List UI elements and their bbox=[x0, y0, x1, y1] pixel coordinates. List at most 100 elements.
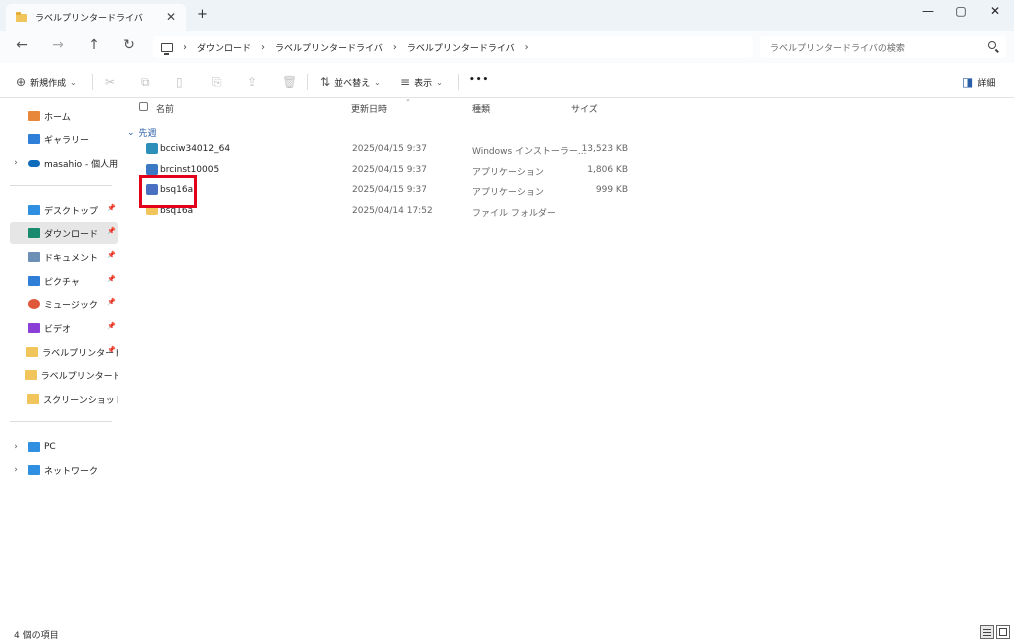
details-pane-button[interactable]: ◨ 詳細 bbox=[962, 75, 995, 89]
file-modified: 2025/04/15 9:37 bbox=[352, 144, 427, 154]
sidebar-item-label: PC bbox=[44, 442, 56, 452]
sidebar-item-download[interactable]: ダウンロード 📌 bbox=[10, 222, 118, 244]
download-icon bbox=[28, 228, 40, 238]
paste-button[interactable]: ▯ bbox=[176, 75, 183, 89]
chevron-right-icon[interactable]: › bbox=[10, 442, 22, 452]
sidebar-item-label: masahio - 個人用 bbox=[43, 159, 118, 170]
trash-icon: 🗑 bbox=[282, 75, 298, 89]
documents-icon bbox=[28, 252, 40, 262]
minimize-button[interactable]: — bbox=[918, 4, 938, 18]
new-button[interactable]: ⊕ 新規作成 ⌄ bbox=[16, 75, 77, 89]
column-header-type[interactable]: 種類 bbox=[472, 102, 490, 115]
copy-button[interactable]: ⧉ bbox=[141, 75, 150, 90]
sidebar-item-pictures[interactable]: ピクチャ 📌 bbox=[10, 270, 118, 292]
sidebar-item-network[interactable]: › ネットワーク bbox=[10, 459, 118, 481]
chevron-right-icon[interactable]: › bbox=[525, 42, 529, 53]
pin-icon: 📌 bbox=[107, 346, 116, 354]
sidebar-item-label: ダウンロード bbox=[44, 229, 99, 240]
sidebar-item-music[interactable]: ミュージック 📌 bbox=[10, 293, 118, 315]
share-icon: ⇪ bbox=[247, 75, 258, 89]
file-modified: 2025/04/15 9:37 bbox=[352, 165, 427, 175]
music-icon bbox=[28, 299, 40, 309]
view-button[interactable]: ≡ 表示 ⌄ bbox=[400, 75, 443, 89]
sidebar-item-folder[interactable]: ラベルプリンタードラ📌 bbox=[10, 341, 118, 363]
folder-icon bbox=[24, 370, 37, 380]
sidebar-item-label: ミュージック bbox=[44, 300, 98, 311]
sidebar-item-label: ラベルプリンタードライバ bbox=[40, 371, 118, 382]
pin-icon: 📌 bbox=[107, 298, 116, 306]
file-row[interactable]: bsq16a 2025/04/14 17:52 ファイル フォルダー bbox=[127, 202, 637, 222]
folder-icon bbox=[27, 394, 40, 404]
file-row[interactable]: bcciw34012_64 2025/04/15 9:37 Windows インスト… bbox=[127, 140, 637, 160]
divider bbox=[307, 74, 308, 90]
close-window-button[interactable]: ✕ bbox=[985, 4, 1005, 18]
gallery-icon bbox=[28, 134, 40, 144]
address-bar[interactable]: › ダウンロード › ラベルプリンタードライバ › ラベルプリンタードライバ › bbox=[153, 36, 753, 58]
folder-icon bbox=[146, 207, 158, 215]
select-all-checkbox[interactable] bbox=[139, 102, 148, 112]
up-button[interactable]: ↑ bbox=[84, 37, 104, 53]
chevron-down-icon: ⌄ bbox=[70, 77, 77, 87]
computer-icon bbox=[161, 42, 173, 55]
list-view-icon: ≡ bbox=[400, 75, 411, 89]
status-item-count: 4 個の項目 bbox=[14, 631, 59, 640]
sidebar-item-label: ピクチャ bbox=[44, 277, 80, 288]
maximize-button[interactable]: ▢ bbox=[951, 4, 971, 18]
pin-icon: 📌 bbox=[107, 275, 116, 283]
chevron-right-icon[interactable]: › bbox=[10, 158, 22, 168]
file-type: ファイル フォルダー bbox=[472, 209, 556, 219]
forward-button[interactable]: → bbox=[48, 37, 68, 53]
column-header-size[interactable]: サイズ bbox=[571, 102, 598, 115]
file-row[interactable]: brcinst10005 2025/04/15 9:37 アプリケーション 1,806… bbox=[127, 161, 637, 181]
sidebar-item-desktop[interactable]: デスクトップ 📌 bbox=[10, 199, 118, 221]
tab-label-printer-driver[interactable]: ラベルプリンタードライバ ✕ bbox=[6, 4, 186, 31]
column-header-modified[interactable]: 更新日時 bbox=[351, 102, 387, 115]
back-button[interactable]: ← bbox=[12, 37, 32, 53]
sidebar-item-video[interactable]: ビデオ 📌 bbox=[10, 317, 118, 339]
sidebar-item-home[interactable]: ホーム bbox=[10, 105, 118, 127]
close-tab-icon[interactable]: ✕ bbox=[166, 10, 176, 24]
new-button-label: 新規作成 bbox=[30, 78, 67, 89]
sidebar-item-onedrive[interactable]: › masahio - 個人用 bbox=[10, 152, 118, 174]
thumbnail-view-button[interactable] bbox=[996, 625, 1010, 639]
search-icon[interactable] bbox=[988, 41, 996, 49]
sort-button[interactable]: ⇅ 並べ替え ⌄ bbox=[320, 75, 381, 89]
breadcrumb-downloads[interactable]: ダウンロード bbox=[197, 41, 251, 54]
chevron-right-icon: › bbox=[261, 41, 266, 53]
sidebar-item-documents[interactable]: ドキュメント 📌 bbox=[10, 246, 118, 268]
more-options-button[interactable]: ••• bbox=[469, 75, 489, 85]
breadcrumb-label-printer-driver[interactable]: ラベルプリンタードライバ bbox=[275, 41, 383, 54]
folder-icon bbox=[16, 11, 27, 22]
sidebar-item-pc[interactable]: › PC bbox=[10, 436, 118, 458]
search-input[interactable]: ラベルプリンタードライバの検索 bbox=[760, 36, 1006, 58]
file-type: アプリケーション bbox=[472, 188, 544, 198]
refresh-button[interactable]: ↻ bbox=[119, 37, 139, 53]
delete-button[interactable]: 🗑 bbox=[282, 75, 297, 89]
chevron-down-icon: ⌄ bbox=[374, 77, 381, 87]
column-header-name[interactable]: 名前 bbox=[156, 102, 174, 115]
sidebar-item-folder[interactable]: ラベルプリンタードライバ bbox=[10, 364, 118, 386]
rename-icon: ⎘ bbox=[212, 75, 222, 89]
folder-icon bbox=[26, 347, 39, 357]
details-view-button[interactable] bbox=[980, 625, 994, 639]
sidebar-item-folder[interactable]: スクリーンショット bbox=[10, 388, 118, 410]
sidebar-item-gallery[interactable]: ギャラリー bbox=[10, 128, 118, 150]
file-size: 1,806 KB bbox=[587, 165, 628, 175]
divider bbox=[458, 74, 459, 90]
chevron-right-icon[interactable]: › bbox=[10, 465, 22, 475]
sidebar-item-label: ホーム bbox=[44, 112, 71, 123]
rename-button[interactable]: ⎘ bbox=[212, 75, 222, 90]
breadcrumb-label-printer-driver-current[interactable]: ラベルプリンタードライバ bbox=[407, 41, 515, 54]
share-button[interactable]: ⇪ bbox=[247, 75, 257, 89]
new-tab-button[interactable]: + bbox=[197, 7, 208, 22]
cut-button[interactable]: ✂ bbox=[105, 75, 115, 89]
pin-icon: 📌 bbox=[107, 204, 116, 212]
file-row[interactable]: bsq16a 2025/04/15 9:37 アプリケーション 999 KB bbox=[127, 181, 637, 201]
file-name: bcciw34012_64 bbox=[160, 144, 231, 154]
search-placeholder: ラベルプリンタードライバの検索 bbox=[770, 43, 905, 54]
file-modified: 2025/04/15 9:37 bbox=[352, 185, 427, 195]
pc-icon bbox=[28, 442, 40, 452]
divider bbox=[92, 74, 93, 90]
group-header-last-week[interactable]: ⌄ 先週 bbox=[127, 126, 157, 140]
sidebar-item-label: ドキュメント bbox=[44, 253, 99, 264]
